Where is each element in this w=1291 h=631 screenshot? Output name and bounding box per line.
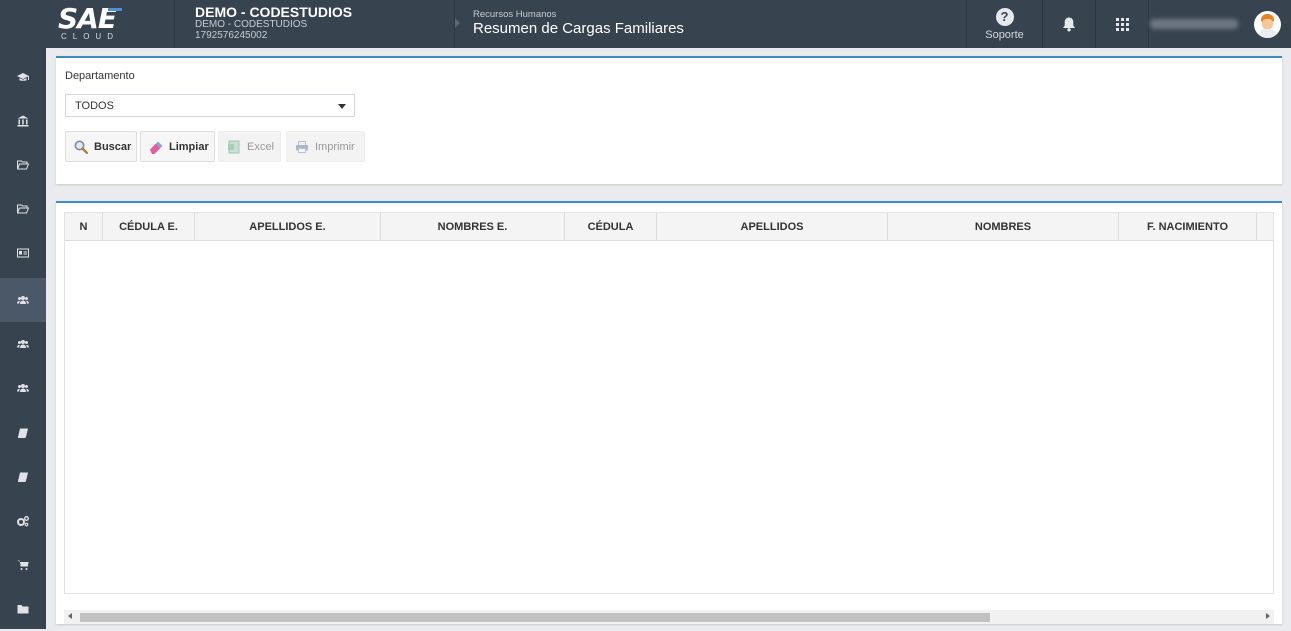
graduation-cap-icon (17, 73, 29, 81)
company-name: DEMO - CODESTUDIOS (195, 4, 353, 20)
excel-button-label: Excel (247, 140, 274, 153)
avatar (1254, 10, 1281, 38)
eraser-icon (149, 140, 163, 154)
sidebar-item-family[interactable] (0, 278, 46, 322)
book-icon (18, 428, 28, 438)
department-selected-value: TODOS (75, 100, 114, 112)
scrollbar-thumb[interactable] (80, 613, 990, 622)
column-header-nombres-empleado[interactable]: NOMBRES E. (381, 213, 565, 241)
company-info[interactable]: DEMO - CODESTUDIOS DEMO - CODESTUDIOS 17… (175, 0, 455, 48)
company-subtitle: DEMO - CODESTUDIOS (195, 19, 308, 30)
sidebar-item-users-2[interactable] (0, 322, 46, 366)
column-header-cedula-empleado[interactable]: CÉDULA E. (103, 213, 195, 241)
column-header-fecha-nacimiento[interactable]: F. NACIMIENTO (1119, 213, 1257, 241)
excel-export-button[interactable]: Excel (218, 131, 281, 162)
sidebar-item-bank[interactable] (0, 99, 46, 143)
sidebar-item-folder-2[interactable] (0, 187, 46, 231)
clear-button[interactable]: Limpiar (140, 131, 215, 162)
column-header-n[interactable]: N (65, 213, 103, 241)
column-header-apellidos-empleado[interactable]: APELLIDOS E. (195, 213, 381, 241)
page-title: Resumen de Cargas Familiares (473, 20, 684, 37)
sidebar-item-id-card[interactable] (0, 231, 46, 275)
column-header-overflow (1257, 213, 1273, 241)
sidebar-item-users-3[interactable] (0, 366, 46, 410)
sidebar-item-education[interactable] (0, 55, 46, 99)
folder-open-icon (17, 204, 29, 214)
bell-icon (1063, 17, 1075, 31)
question-circle-icon: ? (995, 7, 1014, 26)
apps-grid-button[interactable] (1095, 0, 1148, 48)
cogs-icon (17, 516, 29, 527)
app-logo[interactable]: SAE CLOUD (0, 0, 175, 48)
column-header-apellidos[interactable]: APELLIDOS (657, 213, 888, 241)
column-header-cedula[interactable]: CÉDULA (565, 213, 657, 241)
user-menu[interactable] (1148, 0, 1291, 48)
users-icon (17, 340, 29, 348)
grid-icon (1115, 17, 1129, 31)
module-name: Recursos Humanos (473, 9, 557, 20)
column-header-nombres[interactable]: NOMBRES (888, 213, 1119, 241)
users-icon (17, 384, 29, 392)
id-card-icon (17, 248, 29, 258)
clear-button-label: Limpiar (169, 140, 209, 153)
cart-icon (17, 560, 29, 570)
excel-icon (227, 140, 241, 154)
scroll-left-arrow-icon[interactable] (68, 613, 72, 619)
support-button[interactable]: ? Soporte (966, 0, 1042, 48)
bank-icon (17, 115, 29, 127)
users-icon (17, 296, 29, 304)
search-button[interactable]: Buscar (65, 131, 137, 162)
logo-text: SAE (58, 5, 122, 33)
horizontal-scrollbar[interactable] (64, 610, 1274, 624)
sidebar-item-cart[interactable] (0, 543, 46, 587)
folder-icon (17, 605, 29, 614)
support-label: Soporte (985, 28, 1024, 41)
company-ruc: 1792576245002 (195, 30, 268, 41)
magnifier-icon (74, 140, 88, 154)
notifications-button[interactable] (1042, 0, 1095, 48)
chevron-down-icon (338, 104, 346, 109)
results-panel: N CÉDULA E. APELLIDOS E. NOMBRES E. CÉDU… (56, 201, 1282, 624)
sidebar-item-folder-1[interactable] (0, 143, 46, 187)
folder-open-icon (17, 160, 29, 170)
department-select[interactable]: TODOS (65, 94, 355, 117)
print-button-label: Imprimir (315, 140, 355, 153)
department-label: Departamento (65, 70, 135, 82)
sidebar-item-book-2[interactable] (0, 455, 46, 499)
book-icon (18, 472, 28, 482)
breadcrumb: Recursos Humanos Resumen de Cargas Famil… (455, 0, 684, 48)
top-navbar: SAE CLOUD DEMO - CODESTUDIOS DEMO - CODE… (0, 0, 1291, 48)
results-table: N CÉDULA E. APELLIDOS E. NOMBRES E. CÉDU… (64, 212, 1274, 594)
sidebar-item-book-1[interactable] (0, 411, 46, 455)
sidebar (0, 48, 46, 629)
search-button-label: Buscar (94, 140, 132, 153)
caret-right-icon (455, 18, 460, 28)
printer-icon (295, 140, 309, 154)
sidebar-item-settings[interactable] (0, 499, 46, 543)
table-header: N CÉDULA E. APELLIDOS E. NOMBRES E. CÉDU… (65, 213, 1273, 241)
filter-panel: Departamento TODOS Buscar Limpiar Excel … (56, 56, 1282, 184)
scroll-right-arrow-icon[interactable] (1266, 613, 1270, 619)
sidebar-item-folder-3[interactable] (0, 587, 46, 631)
print-button[interactable]: Imprimir (286, 131, 365, 162)
user-name-blurred (1150, 19, 1238, 29)
